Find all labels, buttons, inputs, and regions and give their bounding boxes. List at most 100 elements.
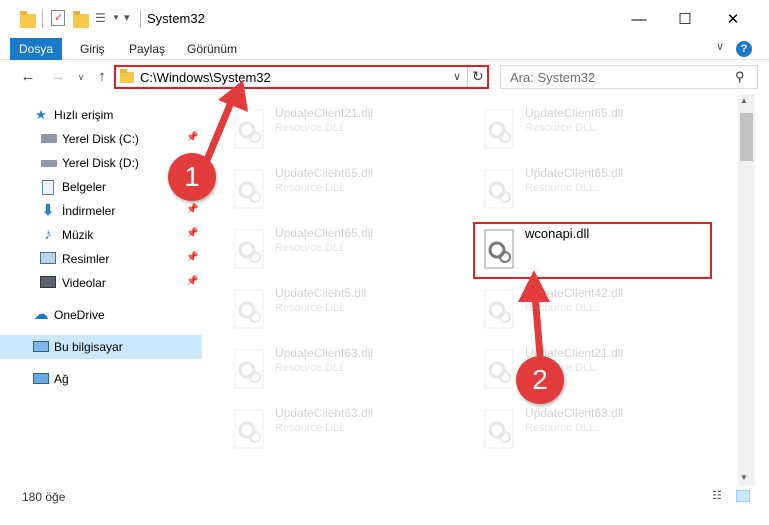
sidebar-item-onedrive[interactable]: ☁ OneDrive [0,303,202,327]
file-name: UpdateClient63.dll [275,406,374,420]
sidebar-item-label: Müzik [62,228,94,242]
file-name: UpdateClient65.dll [525,106,624,120]
scroll-up-icon[interactable]: ▲ [740,96,748,105]
star-icon: ★ [35,107,47,122]
dll-file-icon [481,168,519,212]
pin-icon: 📌 [186,204,199,215]
callout-badge-2: 2 [516,356,564,404]
sidebar-item-label: İndirmeler [62,204,116,218]
downloads-icon: ⬇ [41,202,55,219]
divider [467,67,468,87]
close-button[interactable]: ✕ [710,4,756,34]
sidebar-item-label: OneDrive [54,308,105,322]
file-name: UpdateClient65.dll [525,166,624,180]
dll-file-icon [481,108,519,152]
file-name: UpdateClient5.dll [275,286,367,300]
callout-badge-1: 1 [168,153,216,201]
quick-access-dropdown-icon[interactable]: ▾ [124,11,130,24]
file-type: Resource DLL [275,362,346,374]
large-icons-view-icon[interactable] [736,490,750,502]
expand-ribbon-icon[interactable]: ∨ [716,40,724,53]
scrollbar-thumb[interactable] [740,113,753,161]
pin-icon: 📌 [186,276,199,287]
tab-file[interactable]: Dosya [10,38,62,60]
dll-file-icon [231,288,269,332]
documents-icon [42,180,54,195]
chevron-down-icon[interactable]: ∨ [453,70,461,83]
sidebar-item-downloads[interactable]: ⬇ İndirmeler 📌 [0,199,202,223]
scroll-down-icon[interactable]: ▼ [740,473,748,482]
address-path[interactable]: C:\Windows\System32 [140,70,271,85]
status-bar: 180 öğe ☷ [0,486,769,508]
file-item[interactable]: UpdateClient5.dll Resource DLL [205,280,445,338]
window-title: System32 [147,11,205,26]
divider [42,10,43,28]
sidebar-item-label: Belgeler [62,180,107,194]
chevron-down-icon[interactable]: ▼ [112,13,120,22]
sidebar-item-label: Ağ [54,372,69,386]
network-icon [33,373,49,384]
sidebar-item-pictures[interactable]: Resimler 📌 [0,247,202,271]
pin-icon: 📌 [186,252,199,263]
details-view-icon[interactable]: ☷ [712,490,726,502]
search-input[interactable]: Ara: System32 [510,70,595,85]
sidebar-item-this-pc[interactable]: Bu bilgisayar [0,335,202,359]
sidebar-item-label: Videolar [62,276,106,290]
pin-icon: 📌 [186,132,199,143]
file-list: UpdateClient21.dll Resource DLL UpdateCl… [205,100,738,470]
music-icon: ♪ [44,226,52,243]
refresh-icon[interactable]: ↻ [472,68,484,85]
dll-file-icon [231,108,269,152]
sidebar-item-label: Yerel Disk (D:) [62,156,139,170]
address-bar[interactable]: C:\Windows\System32 ∨ ↻ [114,65,489,89]
file-item[interactable]: UpdateClient21.dll Resource DLL [205,100,445,158]
properties-icon[interactable]: ✓ [51,10,65,26]
sidebar-item-music[interactable]: ♪ Müzik 📌 [0,223,202,247]
sidebar-item-drive-c[interactable]: Yerel Disk (C:) 📌 [0,127,202,151]
sidebar-item-quick-access[interactable]: ★ Hızlı erişim [0,103,202,127]
this-pc-icon [33,341,49,352]
search-icon[interactable]: ⚲ [735,69,745,85]
file-type: Resource DLL [275,302,346,314]
customize-view-icon[interactable]: ☰ [95,11,111,25]
recent-locations-icon[interactable]: ∨ [71,67,91,87]
file-item[interactable]: UpdateClient63.dll Resource DLL [205,400,445,458]
search-box[interactable]: Ara: System32 ⚲ [500,65,758,89]
file-item[interactable]: UpdateClient63.dll Resource DLL [455,400,695,458]
dll-file-icon [231,348,269,392]
sidebar-item-network[interactable]: Ağ [0,367,202,391]
file-name: UpdateClient42.dll [525,286,624,300]
tab-share[interactable]: Paylaş [129,38,165,60]
file-name: UpdateClient63.dll [525,406,624,420]
ribbon-tabs: Dosya Giriş Paylaş Görünüm ∨ ? [0,38,769,60]
folder-icon [20,11,36,28]
up-arrow-icon[interactable]: ↑ [92,67,112,87]
sidebar-item-videos[interactable]: Videolar 📌 [0,271,202,295]
file-type: Resource DLL [275,122,346,134]
file-type: Resource DLL [275,182,346,194]
help-icon[interactable]: ? [736,41,752,57]
file-item[interactable]: UpdateClient63.dll Resource DLL [205,340,445,398]
file-type: Resource DLL [525,122,596,134]
divider [140,10,141,28]
file-item[interactable]: UpdateClient42.dll Resource DLL [455,280,695,338]
file-item[interactable]: UpdateClient65.dll Resource DLL [205,220,445,278]
file-item[interactable]: UpdateClient65.dll Resource DLL [455,100,695,158]
sidebar-item-label: Hızlı erişim [54,108,114,122]
dll-file-icon [481,288,519,332]
folder-icon [120,69,134,83]
highlight-box [473,222,712,279]
new-folder-icon[interactable] [73,11,89,28]
tab-view[interactable]: Görünüm [187,38,237,60]
maximize-button[interactable]: ☐ [662,4,708,34]
sidebar-item-label: Bu bilgisayar [54,340,123,354]
forward-arrow-icon[interactable]: → [48,67,68,87]
file-item[interactable]: UpdateClient65.dll Resource DLL [455,160,695,218]
file-name: UpdateClient21.dll [275,106,374,120]
back-arrow-icon[interactable]: ← [18,67,38,87]
file-item[interactable]: UpdateClient65.dll Resource DLL [205,160,445,218]
tab-home[interactable]: Giriş [80,38,105,60]
file-item[interactable]: UpdateClient21.dll Resource DLL [455,340,695,398]
dll-file-icon [231,228,269,272]
minimize-button[interactable]: — [616,4,662,34]
